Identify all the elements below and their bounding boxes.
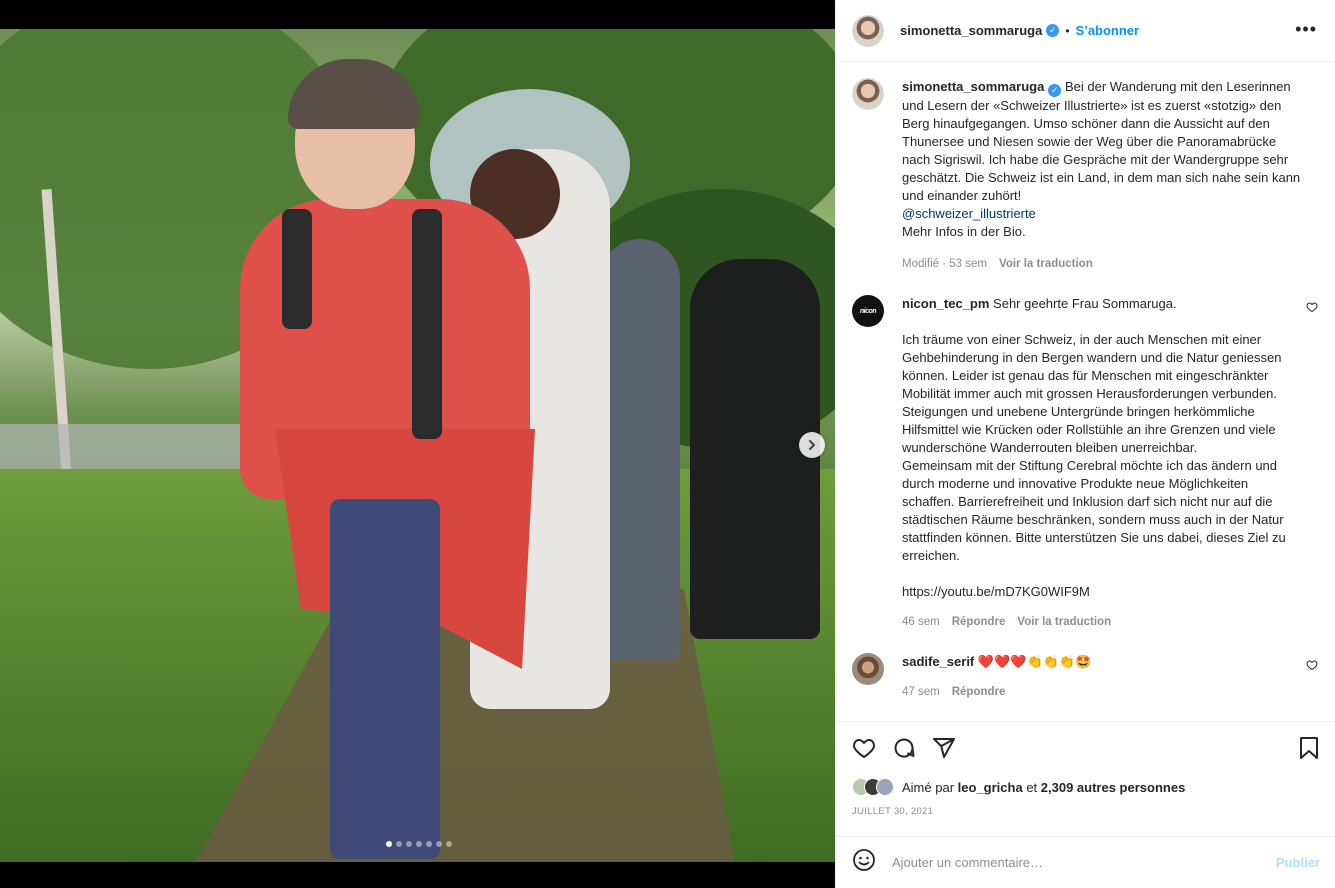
comment-item: nicon nicon_tec_pm Sehr geehrte Frau Som… <box>852 295 1320 631</box>
post-caption: simonetta_sommaruga ✓ Bei der Wanderung m… <box>852 78 1320 273</box>
emoji-icon[interactable] <box>852 848 876 877</box>
post-date[interactable]: JUILLET 30, 2021 <box>836 800 1335 817</box>
heart-icon[interactable] <box>852 736 876 760</box>
verified-badge-icon: ✓ <box>1046 24 1060 37</box>
verified-badge-icon: ✓ <box>1048 84 1062 97</box>
avatar[interactable]: nicon <box>852 295 884 327</box>
comment-item: sadife_serif ❤️❤️❤️👏👏👏🤩 47 sem Répondre <box>852 653 1320 701</box>
reply-button[interactable]: Répondre <box>952 613 1006 631</box>
see-translation-button[interactable]: Voir la traduction <box>999 255 1093 273</box>
post-photo <box>0 29 835 862</box>
publish-button[interactable]: Publier <box>1276 855 1320 870</box>
caption-meta: Modifié · 53 sem Voir la traduction <box>902 255 1302 273</box>
comment-time: 46 sem <box>902 616 940 628</box>
caption-username[interactable]: simonetta_sommaruga <box>902 79 1044 94</box>
header-username[interactable]: simonetta_sommaruga <box>900 23 1042 38</box>
avatar[interactable] <box>852 78 884 110</box>
caption-text-end: Mehr Infos in der Bio. <box>902 224 1026 239</box>
comment-time: 47 sem <box>902 686 940 698</box>
carousel-indicator <box>386 841 452 847</box>
likes-summary: Aimé par leo_gricha et 2,309 autres pers… <box>836 774 1335 800</box>
comment-username[interactable]: sadife_serif <box>902 654 974 669</box>
action-bar <box>836 722 1335 774</box>
comment-body: nicon_tec_pm Sehr geehrte Frau Sommaruga… <box>902 295 1302 631</box>
see-translation-button[interactable]: Voir la traduction <box>1017 613 1111 631</box>
follow-button[interactable]: S’abonner <box>1076 23 1140 38</box>
like-comment-heart-icon[interactable] <box>1306 659 1318 674</box>
post-media <box>0 0 835 888</box>
carousel-dot <box>446 841 452 847</box>
avatar-logo-text: nicon <box>859 307 877 315</box>
post-side-panel: simonetta_sommaruga ✓ • S’abonner ••• si… <box>835 0 1335 888</box>
likes-count[interactable]: 2,309 autres personnes <box>1041 780 1186 795</box>
caption-body: simonetta_sommaruga ✓ Bei der Wanderung m… <box>902 78 1302 273</box>
caption-time: Modifié · 53 sem <box>902 258 988 270</box>
reply-button[interactable]: Répondre <box>952 683 1006 701</box>
comment-meta: 47 sem Répondre <box>902 683 1302 701</box>
likes-prefix: Aimé par <box>902 779 955 795</box>
carousel-dot <box>436 841 442 847</box>
comment-text: ❤️❤️❤️👏👏👏🤩 <box>977 654 1092 669</box>
comment-icon[interactable] <box>892 736 916 760</box>
comment-input[interactable] <box>892 855 1252 870</box>
bookmark-icon[interactable] <box>1298 736 1320 765</box>
post-header: simonetta_sommaruga ✓ • S’abonner ••• <box>836 0 1335 62</box>
caption-text: Bei der Wanderung mit den Leserinnen und… <box>902 79 1301 203</box>
carousel-next-button[interactable] <box>799 432 825 458</box>
chevron-right-icon <box>809 440 815 450</box>
carousel-dot <box>416 841 422 847</box>
liker-avatars <box>852 778 894 796</box>
avatar[interactable] <box>852 14 884 47</box>
comment-body: sadife_serif ❤️❤️❤️👏👏👏🤩 47 sem Répondre <box>902 653 1302 701</box>
comment-text: Sehr geehrte Frau Sommaruga. Ich träume … <box>902 296 1286 599</box>
likes-mid: et <box>1026 779 1038 795</box>
more-options-icon[interactable]: ••• <box>1295 20 1317 38</box>
comments-list[interactable]: simonetta_sommaruga ✓ Bei der Wanderung m… <box>836 63 1335 721</box>
post-actions: Aimé par leo_gricha et 2,309 autres pers… <box>836 721 1335 817</box>
avatar[interactable] <box>852 653 884 685</box>
add-comment-bar: Publier <box>836 836 1335 888</box>
separator: • <box>1065 23 1070 38</box>
share-icon[interactable] <box>932 736 956 760</box>
avatar <box>876 778 894 796</box>
comment-meta: 46 sem Répondre Voir la traduction <box>902 613 1302 631</box>
carousel-dot <box>406 841 412 847</box>
comment-username[interactable]: nicon_tec_pm <box>902 296 989 311</box>
liker-username[interactable]: leo_gricha <box>958 780 1023 795</box>
mention-link[interactable]: @schweizer_illustrierte <box>902 206 1036 221</box>
like-comment-heart-icon[interactable] <box>1306 301 1318 316</box>
carousel-dot <box>386 841 392 847</box>
carousel-dot <box>396 841 402 847</box>
carousel-dot <box>426 841 432 847</box>
